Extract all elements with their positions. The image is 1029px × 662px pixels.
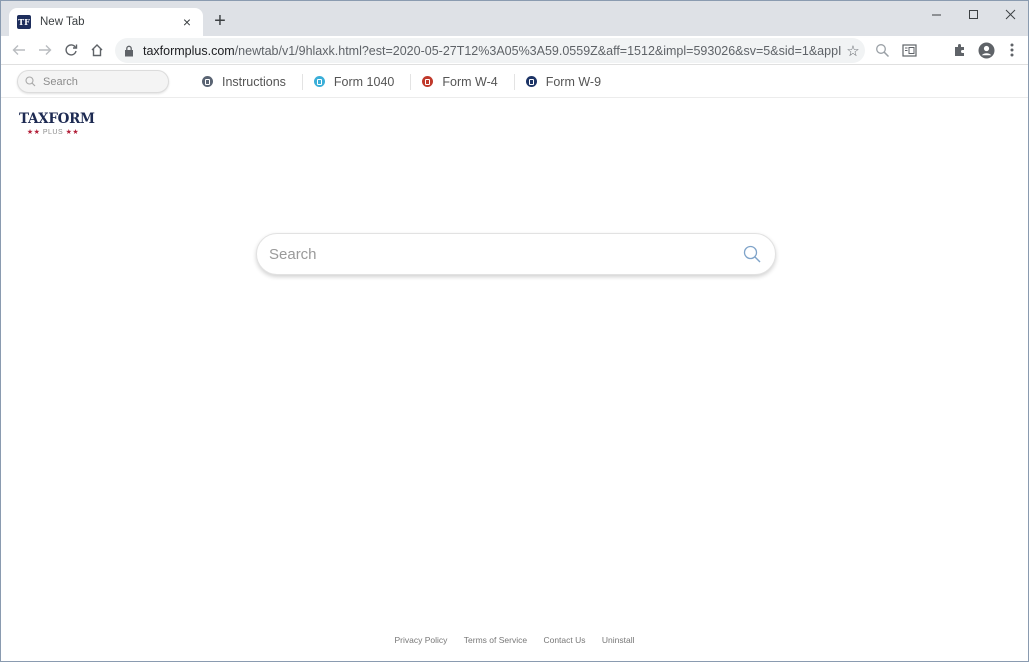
reload-icon	[65, 44, 78, 56]
document-icon	[313, 76, 325, 87]
close-icon	[1005, 9, 1015, 19]
topbar-search[interactable]	[17, 70, 169, 93]
url-host: taxformplus.com	[143, 43, 235, 58]
link-form-w4[interactable]: Form W-4	[410, 73, 513, 90]
uninstall-link[interactable]: Uninstall	[602, 635, 635, 645]
back-button[interactable]	[8, 39, 30, 61]
window-close-button[interactable]	[992, 1, 1028, 27]
logo-subtitle: ★★ PLUS ★★	[19, 128, 87, 136]
arrow-left-icon	[12, 45, 25, 55]
maximize-button[interactable]	[955, 1, 991, 27]
minimize-icon	[931, 14, 941, 15]
extensions-button[interactable]	[950, 40, 970, 60]
search-submit-button[interactable]	[741, 243, 763, 265]
link-form-1040[interactable]: Form 1040	[301, 73, 410, 90]
arrow-right-icon	[39, 45, 52, 55]
terms-of-service-link[interactable]: Terms of Service	[464, 635, 527, 645]
tab-strip: TF New Tab × +	[1, 1, 1028, 36]
address-bar[interactable]: taxformplus.com/newtab/v1/9hlaxk.html?es…	[115, 38, 865, 63]
home-button[interactable]	[86, 39, 108, 61]
link-label: Form W-9	[545, 74, 602, 89]
logo-plus: PLUS	[42, 129, 64, 136]
lock-icon	[125, 45, 133, 56]
page-content: Instructions Form 1040 Form W-4 Form W-9…	[1, 65, 1028, 661]
account-circle-icon	[978, 42, 994, 58]
url-path: /newtab/v1/9hlaxk.html?est=2020-05-27T12…	[234, 43, 841, 58]
document-icon	[202, 76, 213, 87]
link-form-w9[interactable]: Form W-9	[513, 73, 617, 90]
more-vert-icon	[1010, 43, 1014, 57]
stars-icon: ★★	[26, 129, 41, 136]
page-topbar: Instructions Form 1040 Form W-4 Form W-9	[1, 65, 1028, 98]
home-icon	[91, 44, 103, 57]
reader-icon	[901, 43, 917, 57]
menu-button[interactable]	[1002, 40, 1022, 60]
main-search-input[interactable]	[269, 245, 741, 263]
browser-window: TF New Tab × + taxformplus.com/newtab/v1…	[0, 0, 1029, 662]
puzzle-icon	[955, 44, 964, 56]
magnifier-icon	[875, 43, 889, 57]
taxform-plus-logo: TAXFORM ★★ PLUS ★★	[19, 111, 95, 136]
document-icon	[422, 76, 434, 87]
bookmark-star-icon[interactable]: ☆	[841, 39, 865, 63]
maximize-icon	[968, 9, 978, 19]
contact-us-link[interactable]: Contact Us	[543, 635, 585, 645]
privacy-policy-link[interactable]: Privacy Policy	[395, 635, 448, 645]
tab-new-tab[interactable]: TF New Tab ×	[9, 8, 203, 36]
search-icon	[25, 76, 36, 87]
reload-button[interactable]	[60, 39, 82, 61]
logo-wordmark: TAXFORM	[19, 111, 95, 127]
tab-close-icon[interactable]: ×	[179, 14, 195, 30]
link-label: Form W-4	[442, 74, 498, 89]
url-text[interactable]: taxformplus.com/newtab/v1/9hlaxk.html?es…	[143, 44, 841, 58]
search-icon	[743, 245, 761, 263]
profile-button[interactable]	[976, 40, 996, 60]
link-label: Form 1040	[333, 74, 395, 89]
taxform-favicon-icon: TF	[17, 15, 31, 29]
quick-links: Instructions Form 1040 Form W-4 Form W-9	[191, 65, 617, 98]
new-tab-button[interactable]: +	[211, 11, 229, 31]
reader-mode-button[interactable]	[899, 40, 919, 60]
tab-title: New Tab	[40, 16, 85, 28]
zoom-indicator-button[interactable]	[872, 40, 892, 60]
link-instructions[interactable]: Instructions	[191, 74, 302, 90]
minimize-button[interactable]	[918, 1, 954, 27]
link-label: Instructions	[222, 74, 286, 89]
main-search-box[interactable]	[256, 233, 776, 275]
topbar-search-input[interactable]	[43, 75, 153, 88]
page-footer: Privacy Policy Terms of Service Contact …	[1, 635, 1028, 645]
stars-icon: ★★	[65, 129, 80, 136]
forward-button[interactable]	[34, 39, 56, 61]
browser-toolbar: taxformplus.com/newtab/v1/9hlaxk.html?es…	[1, 36, 1028, 65]
document-icon	[525, 76, 537, 87]
